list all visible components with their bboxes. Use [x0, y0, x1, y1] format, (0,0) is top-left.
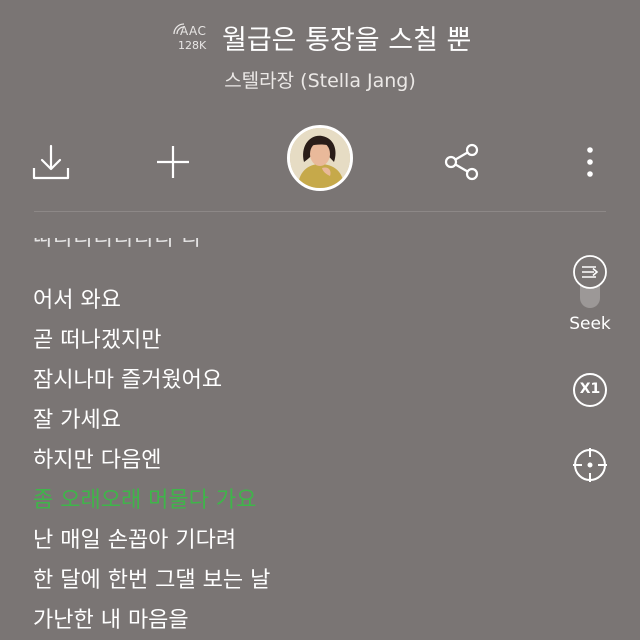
playback-speed-button[interactable]: X1 [572, 372, 608, 408]
lyric-line[interactable]: 하지만 다음엔 [33, 442, 161, 474]
lyric-line[interactable]: 어서 와요 [33, 282, 121, 314]
download-icon [32, 144, 70, 180]
song-title: 월급은 통장을 스칠 뿐 [222, 25, 472, 56]
lyric-line[interactable]: 곧 떠나겠지만 [33, 322, 161, 354]
quality-bitrate: 128K [178, 39, 207, 52]
speed-label: X1 [579, 381, 601, 397]
lyric-line[interactable]: 가난한 내 마음을 [33, 602, 189, 634]
locate-current-lyric-button[interactable] [572, 447, 608, 483]
lyrics-panel[interactable]: 따라라라라라라 라 어서 와요 곧 떠나겠지만 잠시나마 즐거웠어요 잘 가세요… [33, 238, 553, 640]
lyric-line-partial: 따라라라라라라 라 [33, 238, 202, 251]
more-options-button[interactable] [568, 140, 612, 184]
share-icon [444, 143, 479, 181]
lyric-line[interactable]: 잠시나마 즐거웠어요 [33, 362, 222, 394]
lyric-line-current[interactable]: 좀 오래오래 머물다 가요 [33, 482, 256, 514]
quality-codec: AAC [180, 24, 207, 38]
crosshair-icon [573, 448, 607, 482]
lyric-line[interactable]: 난 매일 손꼽아 기다려 [33, 522, 236, 554]
artist-photo [290, 128, 350, 188]
artist-name[interactable]: 스텔라장 (Stella Jang) [0, 66, 640, 93]
lyric-line[interactable]: 한 달에 한번 그댈 보는 날 [33, 562, 270, 594]
seek-toggle[interactable] [572, 254, 608, 312]
add-to-playlist-button[interactable] [151, 140, 195, 184]
seek-toggle-icon [573, 255, 607, 308]
player-header: AAC 128K 월급은 통장을 스칠 뿐 스텔라장 (Stella Jang) [0, 0, 640, 110]
download-button[interactable] [29, 140, 73, 184]
toolbar-divider [34, 211, 606, 212]
audio-quality-badge: AAC 128K [172, 22, 212, 54]
plus-icon [157, 146, 189, 178]
share-button[interactable] [440, 140, 484, 184]
more-vertical-icon [587, 147, 593, 177]
artist-avatar[interactable] [287, 125, 353, 191]
lyric-line[interactable]: 잘 가세요 [33, 402, 121, 434]
seek-label: Seek [569, 314, 611, 334]
